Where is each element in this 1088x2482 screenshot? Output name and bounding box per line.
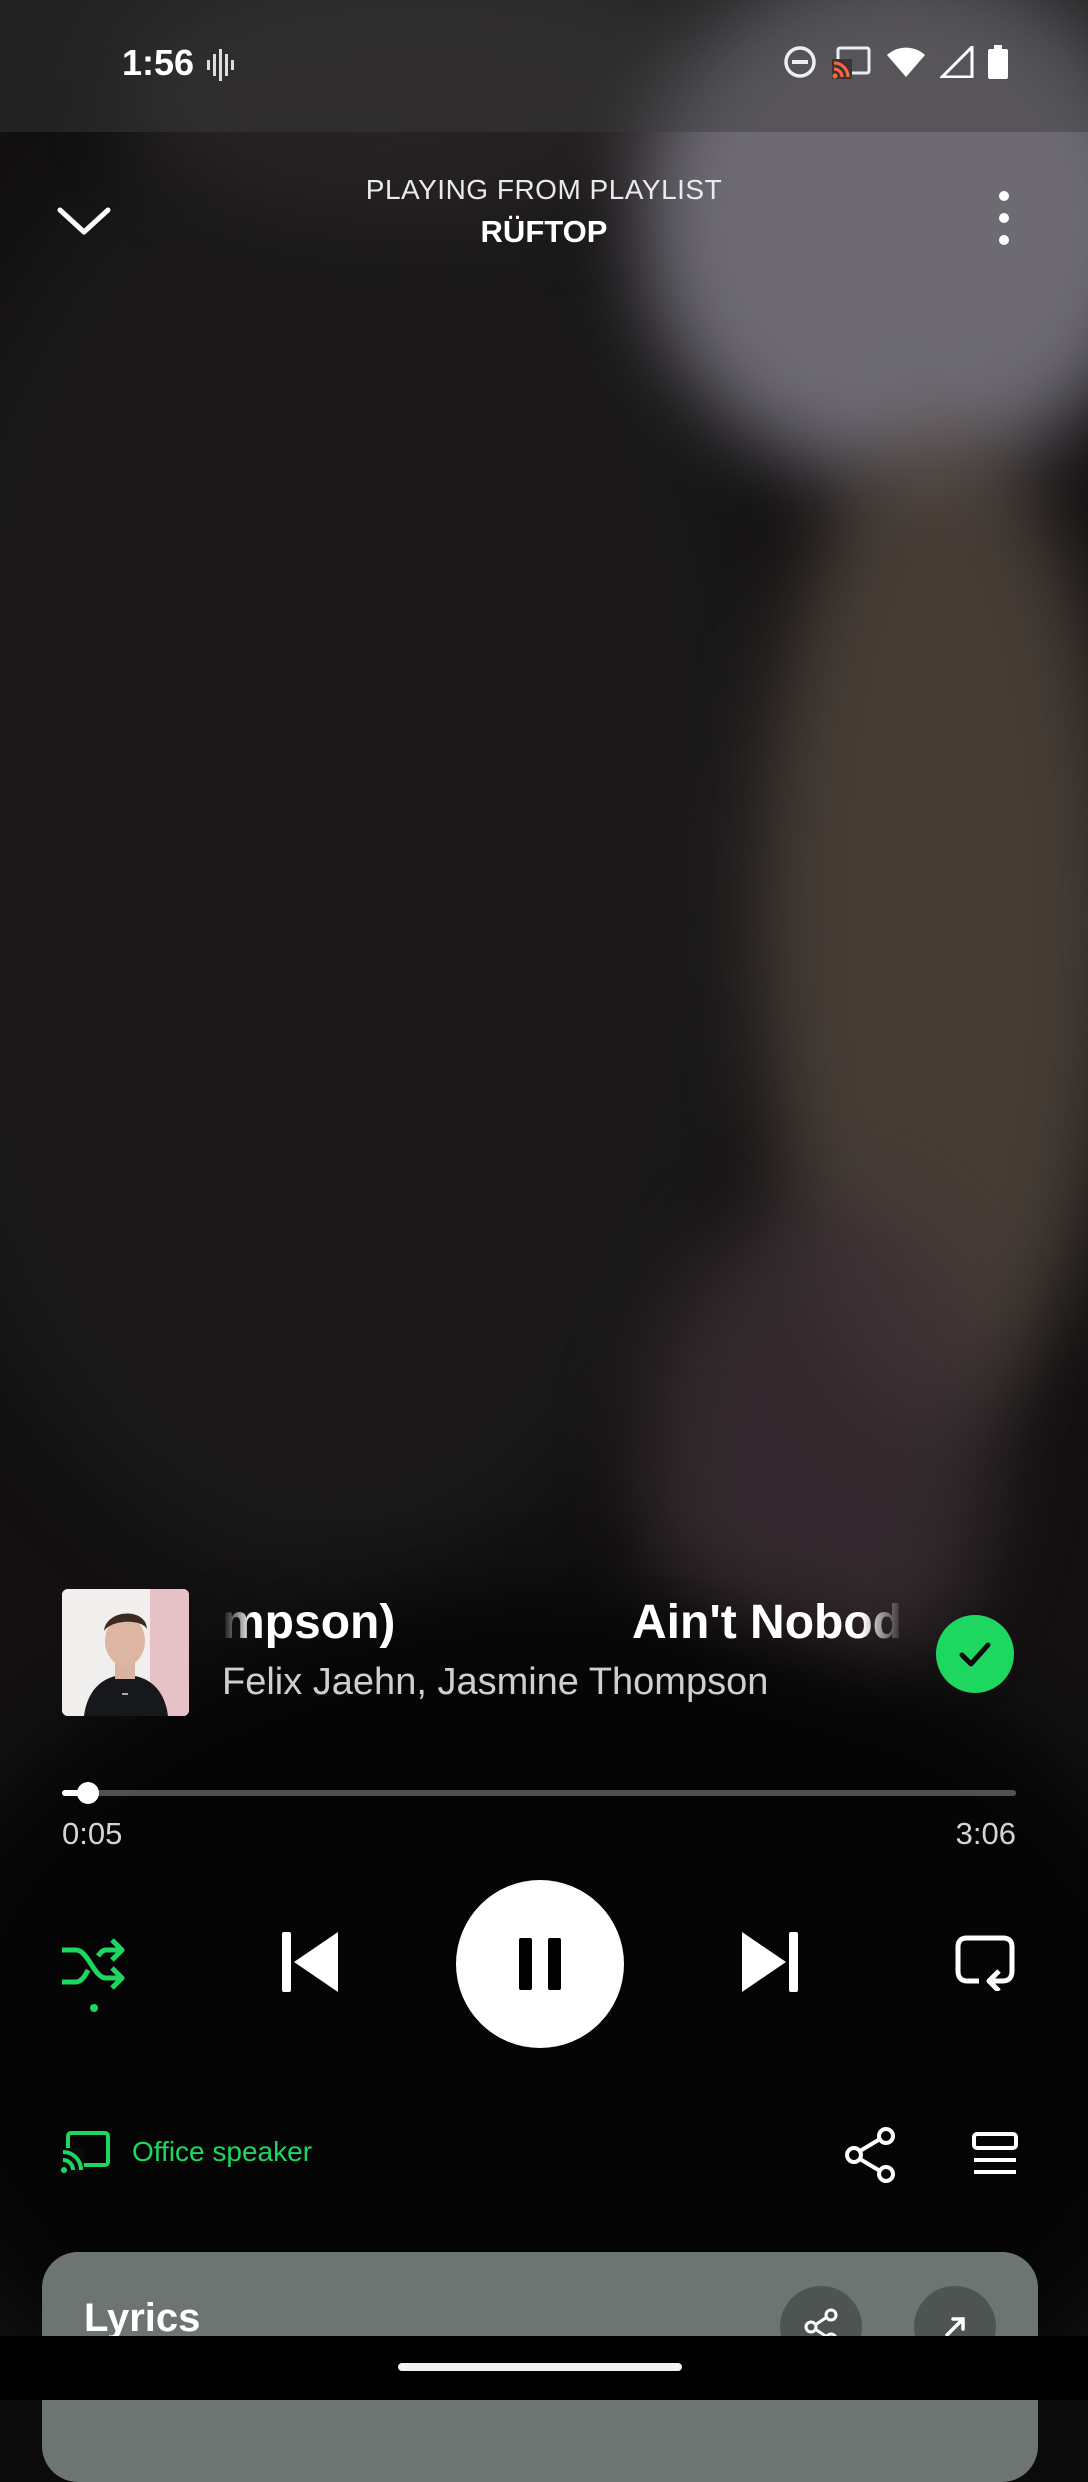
progress-handle[interactable]	[77, 1782, 99, 1804]
playing-context[interactable]: PLAYING FROM PLAYLIST RÜFTOP	[0, 174, 1088, 250]
share-button[interactable]	[836, 2120, 906, 2190]
shuffle-icon	[62, 1938, 125, 2012]
do-not-disturb-icon	[784, 46, 816, 78]
playlist-name: RÜFTOP	[480, 214, 608, 249]
wifi-icon	[887, 47, 925, 77]
total-time: 3:06	[955, 1816, 1016, 1851]
cast-icon	[832, 46, 871, 79]
shuffle-button[interactable]	[58, 1926, 130, 2016]
repeat-icon	[955, 1935, 1015, 1991]
bottom-actions: Office speaker	[0, 2120, 1088, 2190]
check-icon	[959, 1642, 991, 1667]
vibrate-icon	[207, 49, 234, 81]
track-info: mpson) Ain't Nobod Felix Jaehn, Jasmine …	[62, 1589, 1028, 1717]
status-time: 1:56	[122, 42, 195, 83]
skip-next-icon	[742, 1932, 798, 1992]
pause-button[interactable]	[456, 1880, 624, 2048]
playback-controls	[0, 1880, 1088, 2050]
now-playing-header: PLAYING FROM PLAYLIST RÜFTOP	[0, 160, 1088, 270]
track-artists[interactable]: Felix Jaehn, Jasmine Thompson	[222, 1661, 768, 1704]
progress-track	[62, 1790, 1016, 1796]
signal-icon	[940, 46, 974, 78]
device-name: Office speaker	[132, 2136, 313, 2167]
elapsed-time: 0:05	[62, 1816, 123, 1851]
progress-bar[interactable]	[62, 1776, 1016, 1816]
queue-icon	[972, 2132, 1018, 2174]
repeat-button[interactable]	[948, 1924, 1022, 1998]
previous-button[interactable]	[270, 1920, 350, 2004]
skip-previous-icon	[282, 1932, 338, 1992]
liked-button[interactable]	[936, 1615, 1014, 1693]
battery-icon	[988, 45, 1008, 79]
track-title-marquee[interactable]: mpson) Ain't Nobod	[222, 1595, 904, 1655]
connect-device-button[interactable]: Office speaker	[60, 2130, 312, 2174]
lyrics-title: Lyrics	[84, 2296, 201, 2340]
album-art-image	[62, 1589, 189, 1716]
share-icon	[845, 2127, 895, 2183]
track-title: Ain't Nobod	[632, 1596, 902, 1649]
cast-device-icon	[60, 2131, 110, 2174]
next-button[interactable]	[730, 1920, 810, 2004]
status-bar: 1:56	[0, 0, 1088, 132]
more-vertical-icon	[999, 191, 1009, 245]
track-title-tail: mpson)	[222, 1596, 396, 1649]
album-cover[interactable]	[62, 1589, 189, 1716]
pause-icon	[519, 1938, 561, 1990]
context-label: PLAYING FROM PLAYLIST	[365, 174, 723, 205]
queue-button[interactable]	[960, 2120, 1030, 2190]
more-options-button[interactable]	[968, 182, 1040, 254]
home-gesture-bar[interactable]	[398, 2363, 682, 2371]
